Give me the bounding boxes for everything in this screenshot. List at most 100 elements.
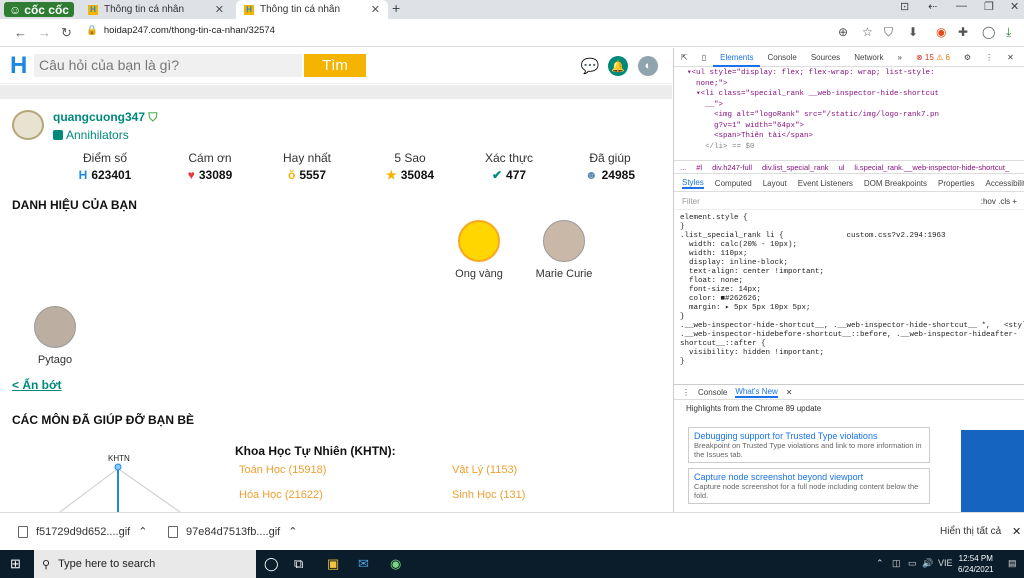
chevron-up-icon[interactable]: ⌃ <box>138 525 147 538</box>
shield-icon[interactable]: ⛉ <box>884 25 893 40</box>
tab-sources[interactable]: Sources <box>804 53 847 62</box>
subtab-styles[interactable]: Styles <box>682 178 704 189</box>
puzzle-icon[interactable]: ✚ <box>958 25 968 39</box>
search-button[interactable]: Tìm <box>304 54 366 77</box>
close-window-icon[interactable]: ✕ <box>1010 0 1019 13</box>
download-item[interactable]: f51729d9d652....gif ⌃ <box>18 525 147 538</box>
coccoc-brand-button[interactable]: ☺ cốc cốc <box>4 2 74 17</box>
battery-icon[interactable]: ▭ <box>908 558 917 569</box>
extension-icon[interactable]: ◉ <box>936 25 946 39</box>
minimize-icon[interactable]: — <box>956 0 967 12</box>
dom-line[interactable]: <span>Thiên tài</span> <box>678 131 1024 142</box>
chat-icon[interactable]: 💬 <box>580 56 600 76</box>
subtab-properties[interactable]: Properties <box>938 179 974 188</box>
styles-pane[interactable]: element.style { } .list_special_rank li … <box>674 210 1024 380</box>
filter-controls[interactable]: :hov .cls + <box>981 197 1017 206</box>
tab-1[interactable]: H Thông tin cá nhân ✕ <box>80 0 232 19</box>
download-arrow-icon[interactable]: ⤓ <box>1006 25 1011 40</box>
subject-physics[interactable]: Vật Lý (1153) <box>452 464 517 476</box>
tab-network[interactable]: Network <box>847 53 890 62</box>
whats-new-card[interactable]: Capture node screenshot beyond viewport … <box>688 468 930 504</box>
bookmark-star-icon[interactable]: ☆ <box>862 25 873 39</box>
avatar[interactable] <box>12 110 44 140</box>
breadcrumb-item[interactable]: li.special_rank.__web-inspector-hide-sho… <box>854 163 1009 172</box>
subtab-computed[interactable]: Computed <box>715 179 752 188</box>
more-tabs-icon[interactable]: » <box>891 53 909 62</box>
badge-ong-vang[interactable]: Ong vàng <box>439 220 519 280</box>
close-devtools-icon[interactable]: ✕ <box>1000 53 1021 62</box>
whats-new-card[interactable]: Debugging support for Trusted Type viola… <box>688 427 930 463</box>
taskbar-search-input[interactable]: ⚲ Type here to search <box>34 550 256 578</box>
task-view-icon[interactable]: ⧉ <box>294 556 303 572</box>
store-icon[interactable]: ▣ <box>327 556 339 572</box>
badge-pytago[interactable]: Pytago <box>15 306 95 366</box>
zoom-icon[interactable]: ⊕ <box>838 25 848 39</box>
chevron-up-icon[interactable]: ⌃ <box>288 525 297 538</box>
dom-line[interactable]: __"> <box>678 100 1024 111</box>
settings-gear-icon[interactable]: ⚙ <box>957 53 978 62</box>
card-title[interactable]: Capture node screenshot beyond viewport <box>694 472 924 482</box>
user-menu-icon[interactable]: ◐ <box>638 56 658 76</box>
subject-biology[interactable]: Sinh Học (131) <box>452 489 525 501</box>
notification-icon[interactable]: ▤ <box>1008 558 1017 569</box>
badge-marie-curie[interactable]: Marie Curie <box>524 220 604 280</box>
tab-search-icon[interactable]: ⊡ <box>900 0 909 13</box>
coccoc-taskbar-icon[interactable]: ◉ <box>390 556 401 572</box>
mail-icon[interactable]: ✉ <box>358 556 369 572</box>
subject-math[interactable]: Toán Học (15918) <box>239 464 326 476</box>
drawer-tab-whats-new[interactable]: What's New <box>735 387 778 398</box>
new-tab-button[interactable]: + <box>392 0 400 16</box>
breadcrumb-item[interactable]: div.h247-full <box>712 163 752 172</box>
styles-filter-input[interactable]: Filter :hov .cls + <box>674 193 1024 210</box>
dom-line[interactable]: <img alt="logoRank" src="/static/img/log… <box>678 110 1024 121</box>
close-downloads-icon[interactable]: ✕ <box>1012 525 1021 538</box>
username-link[interactable]: quangcuong347 ⛉ <box>53 110 157 125</box>
breadcrumb-item[interactable]: #l <box>696 163 702 172</box>
download-item[interactable]: 97e84d7513fb....gif ⌃ <box>168 525 297 538</box>
back-arrow-icon[interactable]: ⇠ <box>928 0 937 13</box>
cortana-icon[interactable]: ◯ <box>264 556 279 572</box>
dom-line[interactable]: ▾<ul style="display: flex; flex-wrap: wr… <box>678 68 1024 79</box>
card-title[interactable]: Debugging support for Trusted Type viola… <box>694 431 924 441</box>
reload-icon[interactable]: ↻ <box>61 25 72 41</box>
subtab-event-listeners[interactable]: Event Listeners <box>798 179 853 188</box>
show-all-downloads-link[interactable]: Hiển thị tất cả <box>940 526 1001 537</box>
tab-2[interactable]: H Thông tin cá nhân ✕ <box>236 0 388 19</box>
network-icon[interactable]: ◫ <box>892 558 901 569</box>
drawer-tab-console[interactable]: Console <box>698 388 727 397</box>
download-icon[interactable]: ⬇ <box>908 25 918 39</box>
subtab-layout[interactable]: Layout <box>763 179 787 188</box>
bell-icon[interactable]: 🔔 <box>608 56 628 76</box>
dom-tree[interactable]: ▾<ul style="display: flex; flex-wrap: wr… <box>674 68 1024 150</box>
drawer-menu-icon[interactable]: ⋮ <box>682 388 690 397</box>
subtab-accessibility[interactable]: Accessibility <box>986 179 1024 188</box>
url-field[interactable]: 🔒 hoidap247.com/thong-tin-ca-nhan/32574 <box>86 25 275 36</box>
dom-line[interactable]: none;"> <box>678 79 1024 90</box>
question-search-input[interactable]: Câu hỏi của bạn là gì? <box>34 54 302 77</box>
collapse-link[interactable]: < Ẩn bớt <box>12 378 62 392</box>
forward-icon[interactable]: → <box>38 25 51 40</box>
dom-line[interactable]: ▾<li class="special_rank __web-inspector… <box>678 89 1024 100</box>
profile-icon[interactable]: ◯ <box>982 25 995 39</box>
error-count[interactable]: ⊗ 15 ⚠ 6 <box>909 53 957 62</box>
close-tab-icon[interactable]: ✕ <box>215 3 224 16</box>
dom-line[interactable]: g?v=1" width="64px"> <box>678 121 1024 132</box>
close-tab-icon[interactable]: ✕ <box>371 3 380 16</box>
breadcrumb-item[interactable]: div.list_special_rank <box>762 163 829 172</box>
maximize-icon[interactable]: ❐ <box>984 0 994 13</box>
dom-line[interactable]: </li> == $0 <box>678 142 1024 151</box>
language-indicator[interactable]: VIE <box>938 558 953 568</box>
hoidap247-logo-icon[interactable]: H <box>10 54 30 78</box>
tray-up-icon[interactable]: ⌃ <box>876 558 884 569</box>
tab-console[interactable]: Console <box>760 53 803 62</box>
close-drawer-tab-icon[interactable]: ✕ <box>786 388 793 397</box>
windows-start-icon[interactable]: ⊞ <box>10 556 21 572</box>
taskbar-clock[interactable]: 12:54 PM 6/24/2021 <box>958 553 994 575</box>
kebab-menu-icon[interactable]: ⋮ <box>978 53 1000 62</box>
subject-chemistry[interactable]: Hóa Học (21622) <box>239 489 323 501</box>
device-toolbar-icon[interactable]: ▯ <box>695 53 713 62</box>
subtab-dom-breakpoints[interactable]: DOM Breakpoints <box>864 179 927 188</box>
breadcrumb-item[interactable]: ... <box>680 163 686 172</box>
inspect-icon[interactable]: ⇱ <box>674 53 695 62</box>
breadcrumb-item[interactable]: ul <box>839 163 845 172</box>
